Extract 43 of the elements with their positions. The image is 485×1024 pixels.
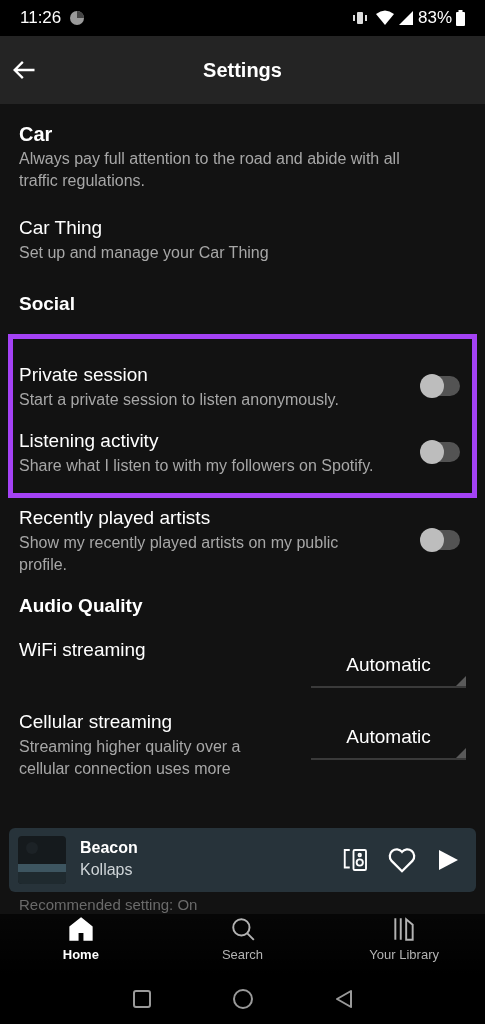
home-button-icon[interactable] (231, 988, 254, 1010)
play-icon[interactable] (437, 849, 459, 871)
setting-title: Private session (19, 363, 149, 387)
section-heading: Social (19, 292, 76, 316)
track-artist: Kollaps (80, 860, 134, 880)
setting-title: Cellular streaming (19, 710, 174, 734)
setting-description: Share what I listen to with my followers on Spotify. (19, 456, 374, 476)
vibrate-icon (351, 10, 368, 26)
dropdown-corner-icon (456, 676, 466, 686)
battery-icon (456, 10, 465, 26)
back-icon[interactable] (333, 989, 354, 1009)
dropdown[interactable]: Automatic (311, 716, 466, 760)
recents-icon[interactable] (131, 989, 152, 1009)
track-title: Beacon (80, 838, 139, 858)
nav-tab[interactable]: Search (161, 914, 324, 974)
setting-title: Recently played artists (19, 506, 212, 530)
setting-description: Start a private session to listen anonymously. (19, 390, 340, 410)
nav-tab[interactable]: Your Library (323, 914, 485, 974)
setting-note: Recommended setting: On (19, 896, 198, 914)
toggle-switch[interactable] (422, 530, 460, 550)
setting-description: Show my recently played artists on my public profile. (19, 533, 340, 575)
setting-description: Streaming higher quality over a cellular connection uses more (19, 737, 242, 779)
wifi-icon (375, 10, 394, 26)
section-heading: Audio Quality (19, 594, 144, 618)
search-icon (229, 916, 256, 942)
home-icon (67, 916, 94, 942)
signal-icon (397, 10, 414, 26)
screen-title: Settings (203, 58, 282, 83)
dropdown[interactable]: Automatic (311, 644, 466, 688)
status-time: 11:26 (20, 7, 62, 30)
setting-title[interactable]: Car Thing (19, 214, 466, 242)
setting-heading: Car (19, 122, 54, 147)
setting-title: Listening activity (19, 429, 160, 453)
nav-tab[interactable]: Home (0, 914, 162, 974)
mini-player[interactable]: Beacon Kollaps (9, 828, 476, 892)
dropdown-corner-icon (456, 748, 466, 758)
battery-percent: 83% (417, 7, 452, 30)
setting-title: WiFi streaming (19, 638, 147, 662)
toggle-switch[interactable] (422, 442, 460, 462)
setting-description: Always pay full attention to the road and abide with all traffic regulations. (19, 149, 401, 191)
setting-description: Set up and manage your Car Thing (19, 243, 270, 263)
heart-icon[interactable] (387, 845, 417, 875)
toggle-switch[interactable] (422, 376, 460, 396)
